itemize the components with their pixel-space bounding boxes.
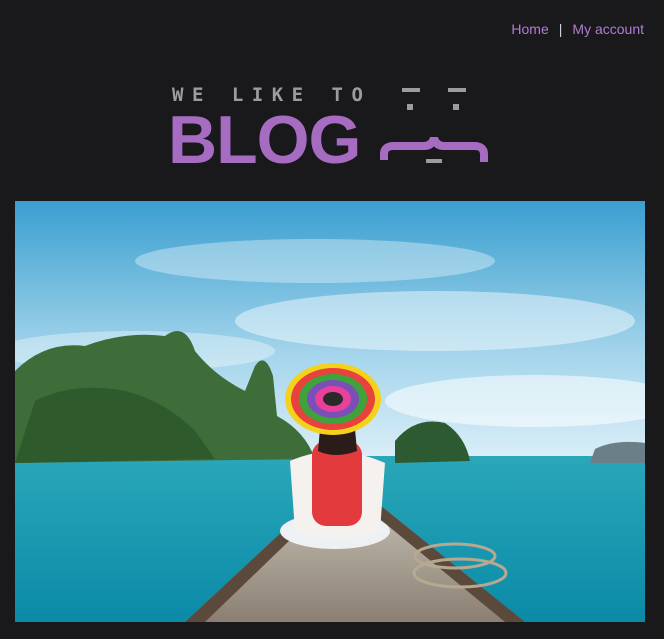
- hero-photo: [15, 201, 645, 622]
- nav-my-account-link[interactable]: My account: [572, 21, 644, 37]
- smiley-face-icon: [380, 88, 488, 163]
- nav-home-link[interactable]: Home: [511, 21, 548, 37]
- hero-image: [15, 201, 645, 622]
- logo-wordmark: BLOG: [168, 102, 361, 178]
- nav-separator: |: [558, 21, 563, 37]
- site-logo[interactable]: WE LIKE TO BLOG: [168, 84, 490, 174]
- top-nav: Home | My account: [511, 21, 644, 37]
